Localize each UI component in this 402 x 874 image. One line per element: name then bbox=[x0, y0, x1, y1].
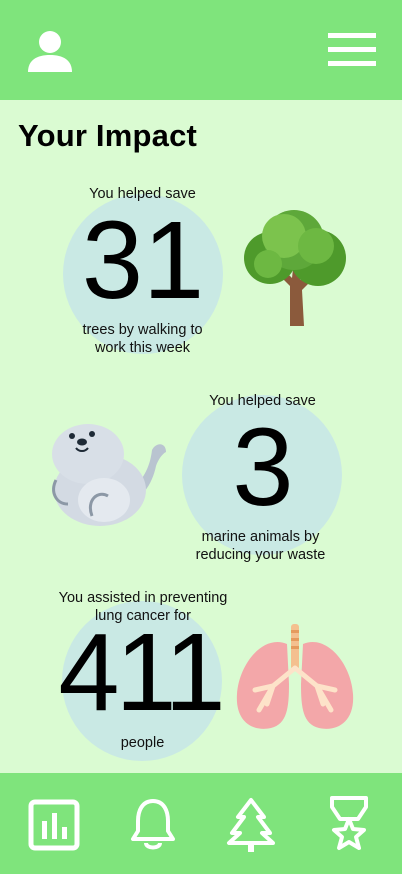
tree-icon[interactable] bbox=[226, 797, 276, 853]
stat-bottom-label-line1: trees by walking to bbox=[82, 322, 203, 338]
stat-bottom-label-line2: work this week bbox=[94, 340, 191, 356]
user-icon[interactable] bbox=[27, 28, 73, 74]
stat-value: 411 bbox=[58, 611, 225, 734]
bottom-nav bbox=[0, 773, 402, 874]
lungs-illustration bbox=[233, 624, 357, 734]
stat-value: 3 bbox=[232, 406, 294, 529]
stat-value: 31 bbox=[81, 199, 205, 322]
seal-illustration bbox=[42, 420, 168, 530]
stat-bottom-label: people bbox=[120, 735, 165, 751]
stat-top-label-line1: You assisted in preventing bbox=[58, 590, 228, 606]
tree-illustration bbox=[238, 206, 350, 332]
chart-icon[interactable] bbox=[28, 799, 80, 851]
page-title: Your Impact bbox=[18, 118, 198, 153]
stat-bottom-label-line2: reducing your waste bbox=[195, 547, 326, 563]
stat-bottom-label-line1: marine animals by bbox=[201, 529, 320, 545]
bell-icon[interactable] bbox=[130, 797, 176, 853]
award-icon[interactable] bbox=[328, 795, 370, 853]
top-bar bbox=[0, 0, 402, 100]
hamburger-menu-icon[interactable] bbox=[328, 33, 376, 67]
